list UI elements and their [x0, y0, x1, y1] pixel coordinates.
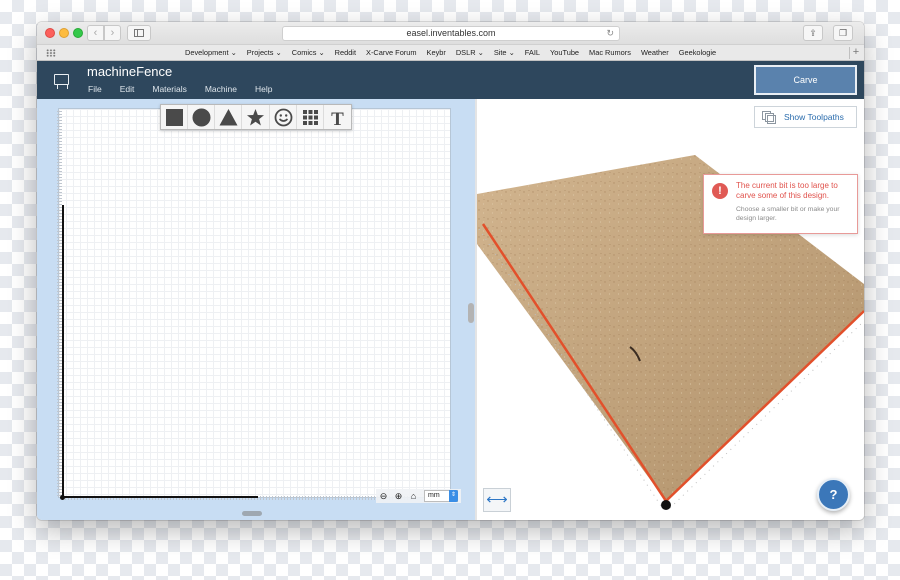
menu-file[interactable]: File: [88, 84, 102, 94]
warning-icon: !: [712, 183, 728, 199]
app-menu: File Edit Materials Machine Help: [88, 84, 290, 94]
toolpaths-icon: [762, 111, 776, 124]
x-axis-line: [62, 496, 258, 498]
bookmark-item[interactable]: Keybr: [422, 45, 451, 60]
top-sites-grid-icon[interactable]: [46, 49, 56, 57]
zoom-in-icon[interactable]: ⊕: [391, 489, 406, 503]
shapes-toolbar: T: [160, 104, 352, 130]
sidebar-icon: [134, 29, 144, 37]
grid-tool-button[interactable]: [297, 105, 324, 129]
square-tool-icon: [166, 109, 183, 126]
bookmark-item[interactable]: X-Carve Forum: [361, 45, 422, 60]
bookmarks-list: Development ⌄ Projects ⌄ Comics ⌄ Reddit…: [180, 45, 721, 60]
zoom-window-button[interactable]: [73, 28, 83, 38]
home-icon[interactable]: ⌂: [406, 489, 421, 503]
arrows-horizontal-icon: ⟷: [486, 491, 508, 508]
bookmark-item[interactable]: Reddit: [330, 45, 361, 60]
menu-help[interactable]: Help: [255, 84, 272, 94]
unit-value: mm: [428, 492, 440, 499]
forward-button[interactable]: ›: [104, 25, 121, 41]
preview-pane: Show Toolpaths ! The current bit is too …: [477, 99, 864, 520]
bookmark-item[interactable]: FAIL: [520, 45, 545, 60]
bookmark-item[interactable]: Geekologie: [674, 45, 721, 60]
smiley-tool-button[interactable]: [270, 105, 297, 129]
back-button[interactable]: ‹: [87, 25, 104, 41]
origin-marker: [60, 495, 65, 500]
square-tool-button[interactable]: [161, 105, 189, 129]
browser-toolbar: ‹ › easel.inventables.com ↻ ⇪ ❐: [37, 22, 864, 44]
circle-tool-button[interactable]: [188, 105, 216, 129]
triangle-tool-button[interactable]: [215, 105, 243, 129]
bookmark-item[interactable]: Mac Rumors: [584, 45, 636, 60]
show-toolpaths-button[interactable]: Show Toolpaths: [754, 106, 857, 128]
text-tool-button[interactable]: T: [324, 105, 351, 129]
menu-machine[interactable]: Machine: [205, 84, 237, 94]
material-3d-preview[interactable]: [477, 99, 864, 520]
app-header: machineFence File Edit Materials Machine…: [37, 61, 864, 99]
warning-title: The current bit is too large to carve so…: [736, 181, 838, 200]
share-button[interactable]: ⇪: [803, 25, 823, 41]
text-tool-glyph: T: [331, 109, 344, 127]
grid-tool-icon: [302, 110, 318, 125]
show-tabs-button[interactable]: ❐: [833, 25, 853, 41]
text-tool-icon: T: [331, 109, 344, 127]
help-button[interactable]: ?: [817, 478, 850, 511]
bookmark-item[interactable]: Site ⌄: [489, 45, 520, 60]
bookmarks-bar: Development ⌄ Projects ⌄ Comics ⌄ Reddit…: [37, 44, 864, 61]
url-text: easel.inventables.com: [406, 28, 496, 38]
question-icon: ?: [829, 487, 838, 502]
star-tool-icon: [247, 109, 265, 126]
reload-icon[interactable]: ↻: [606, 27, 614, 40]
bookmark-item[interactable]: DSLR ⌄: [451, 45, 489, 60]
zoom-controls: ⊖ ⊕ ⌂ mm ⇕: [376, 489, 461, 503]
zoom-out-icon[interactable]: ⊖: [376, 489, 391, 503]
y-axis-line: [62, 205, 64, 498]
pane-resize-handle[interactable]: [468, 303, 474, 323]
close-window-button[interactable]: [45, 28, 55, 38]
menu-edit[interactable]: Edit: [120, 84, 135, 94]
star-tool-button[interactable]: [242, 105, 270, 129]
fit-to-view-button[interactable]: ⟷: [483, 488, 511, 512]
browser-window: ‹ › easel.inventables.com ↻ ⇪ ❐ Developm…: [37, 22, 864, 520]
circle-tool-icon: [192, 108, 211, 127]
unit-select[interactable]: mm ⇕: [424, 490, 458, 502]
bookmark-item[interactable]: Projects ⌄: [242, 45, 287, 60]
project-name[interactable]: machineFence: [87, 64, 172, 79]
triangle-tool-icon: [219, 109, 238, 126]
design-canvas[interactable]: [58, 108, 451, 498]
bookmark-item[interactable]: Comics ⌄: [287, 45, 330, 60]
sidebar-toggle-button[interactable]: [127, 25, 151, 41]
show-toolpaths-label: Show Toolpaths: [784, 112, 844, 122]
minimize-window-button[interactable]: [59, 28, 69, 38]
menu-materials[interactable]: Materials: [152, 84, 186, 94]
unit-spinner-icon[interactable]: ⇕: [449, 490, 458, 502]
machine-origin-dot: [661, 500, 671, 510]
warning-subtitle: Choose a smaller bit or make your design…: [736, 206, 840, 222]
add-tab-button[interactable]: +: [849, 47, 862, 59]
horizontal-scroll-handle[interactable]: [242, 511, 262, 516]
carve-button[interactable]: Carve: [754, 65, 857, 95]
smiley-tool-icon: [274, 108, 292, 127]
bookmark-item[interactable]: Development ⌄: [180, 45, 242, 60]
project-easel-icon[interactable]: [54, 74, 69, 89]
bookmark-item[interactable]: YouTube: [545, 45, 584, 60]
bookmark-item[interactable]: Weather: [636, 45, 674, 60]
address-bar[interactable]: easel.inventables.com ↻: [282, 26, 620, 41]
bit-size-warning: ! The current bit is too large to carve …: [703, 174, 858, 234]
design-pane: T ⊖ ⊕ ⌂ mm ⇕: [37, 99, 475, 520]
